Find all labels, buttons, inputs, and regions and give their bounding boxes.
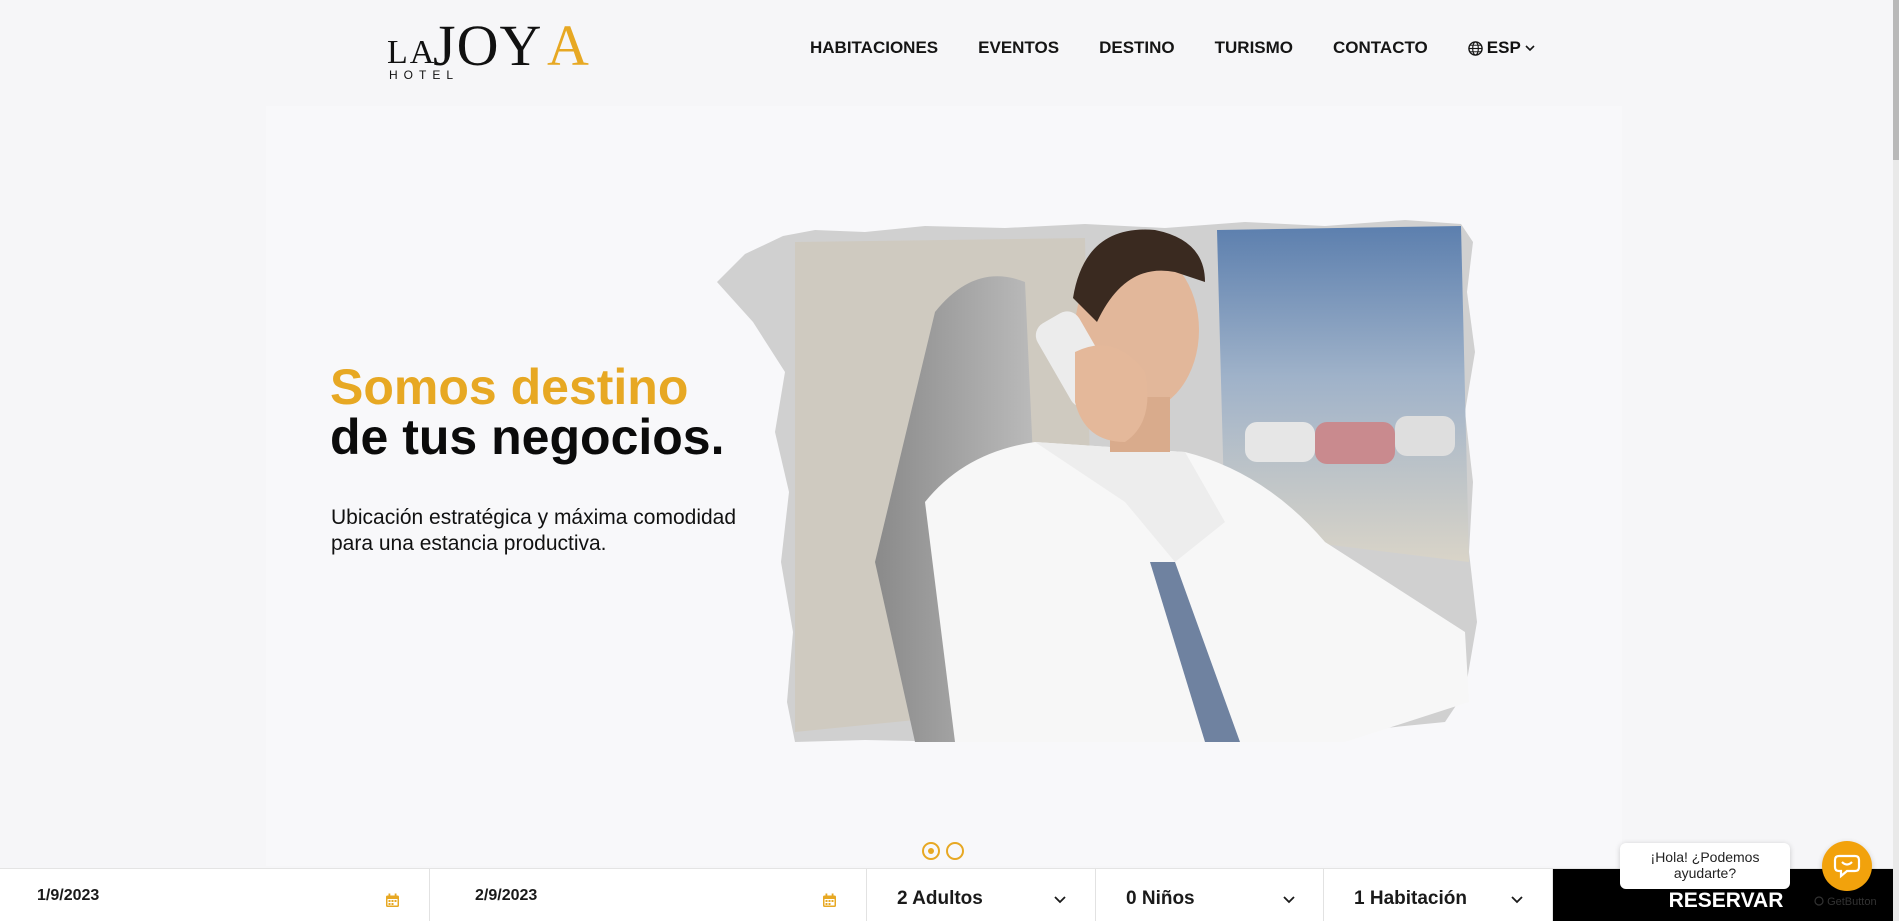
chevron-down-icon (1283, 896, 1295, 904)
hero-subtitle: Ubicación estratégica y máxima comodidad… (331, 506, 737, 555)
calendar-icon (823, 893, 836, 907)
children-select[interactable]: 0 Niños (1096, 869, 1324, 921)
hotel-logo[interactable]: LA JOY A HOTEL (387, 13, 597, 84)
chat-button[interactable] (1822, 841, 1872, 891)
logo-hotel: HOTEL (389, 68, 460, 82)
main-nav: HABITACIONES EVENTOS DESTINO TURISMO CON… (810, 38, 1535, 58)
getbutton-credit[interactable]: GetButton (1814, 896, 1877, 908)
calendar-icon (386, 893, 399, 907)
language-label: ESP (1486, 38, 1521, 57)
site-header: LA JOY A HOTEL HABITACIONES EVENTOS DEST… (0, 0, 1899, 106)
logo-la: LA (387, 34, 437, 71)
language-selector[interactable]: ESP (1468, 38, 1535, 58)
scrollbar-thumb[interactable] (1893, 0, 1899, 160)
slider-dot-2[interactable] (946, 842, 964, 860)
hero-title: de tus negocios. (330, 409, 725, 465)
checkin-field[interactable]: 1/9/2023 (0, 869, 430, 921)
globe-icon (1468, 40, 1483, 56)
booking-bar: 1/9/2023 2/9/2023 2 Adultos 0 Niños 1 Ha… (0, 868, 1899, 921)
rooms-select[interactable]: 1 Habitación (1324, 869, 1553, 921)
page-scrollbar[interactable] (1893, 0, 1899, 921)
chevron-down-icon (1511, 896, 1523, 904)
children-value: 0 Niños (1126, 887, 1195, 909)
nav-turismo[interactable]: TURISMO (1215, 38, 1293, 58)
chat-greeting-bubble[interactable]: ¡Hola! ¿Podemos ayudarte? (1620, 843, 1790, 889)
slider-dot-1[interactable] (922, 842, 940, 860)
nav-contacto[interactable]: CONTACTO (1333, 38, 1428, 58)
hero-photo (717, 220, 1477, 742)
checkout-date: 2/9/2023 (475, 886, 538, 904)
nav-habitaciones[interactable]: HABITACIONES (810, 38, 938, 58)
adults-value: 2 Adultos (897, 887, 983, 909)
checkin-date: 1/9/2023 (37, 886, 100, 904)
getbutton-label: GetButton (1827, 896, 1877, 908)
chevron-down-icon (1525, 45, 1535, 52)
slider-dots (922, 842, 964, 860)
chevron-down-icon (1054, 896, 1066, 904)
rooms-value: 1 Habitación (1354, 887, 1467, 909)
chat-mini-icon (1814, 896, 1824, 906)
logo-a: A (547, 13, 589, 78)
checkout-field[interactable]: 2/9/2023 (430, 869, 867, 921)
nav-destino[interactable]: DESTINO (1099, 38, 1175, 58)
adults-select[interactable]: 2 Adultos (867, 869, 1096, 921)
nav-eventos[interactable]: EVENTOS (978, 38, 1059, 58)
chat-icon (1833, 854, 1861, 879)
